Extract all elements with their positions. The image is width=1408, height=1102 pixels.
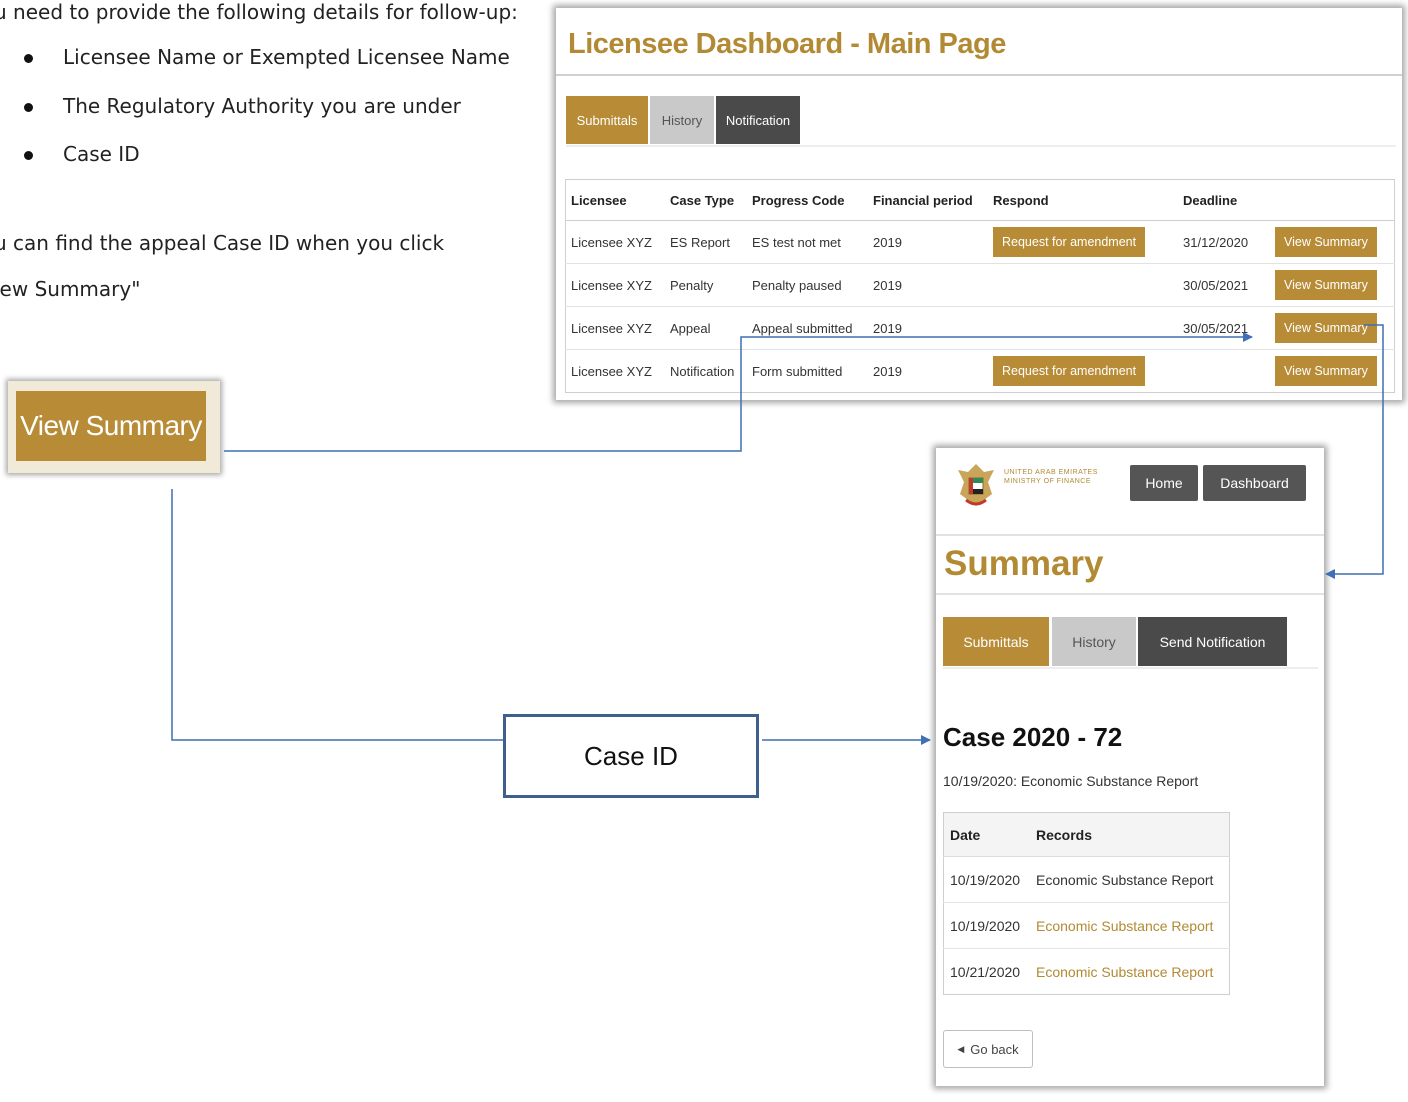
connector-big-button-to-row — [224, 332, 1253, 452]
connector-row-to-summary — [1325, 324, 1384, 579]
connector-big-button-to-caseid — [171, 489, 503, 741]
connector-lines — [171, 324, 1384, 745]
